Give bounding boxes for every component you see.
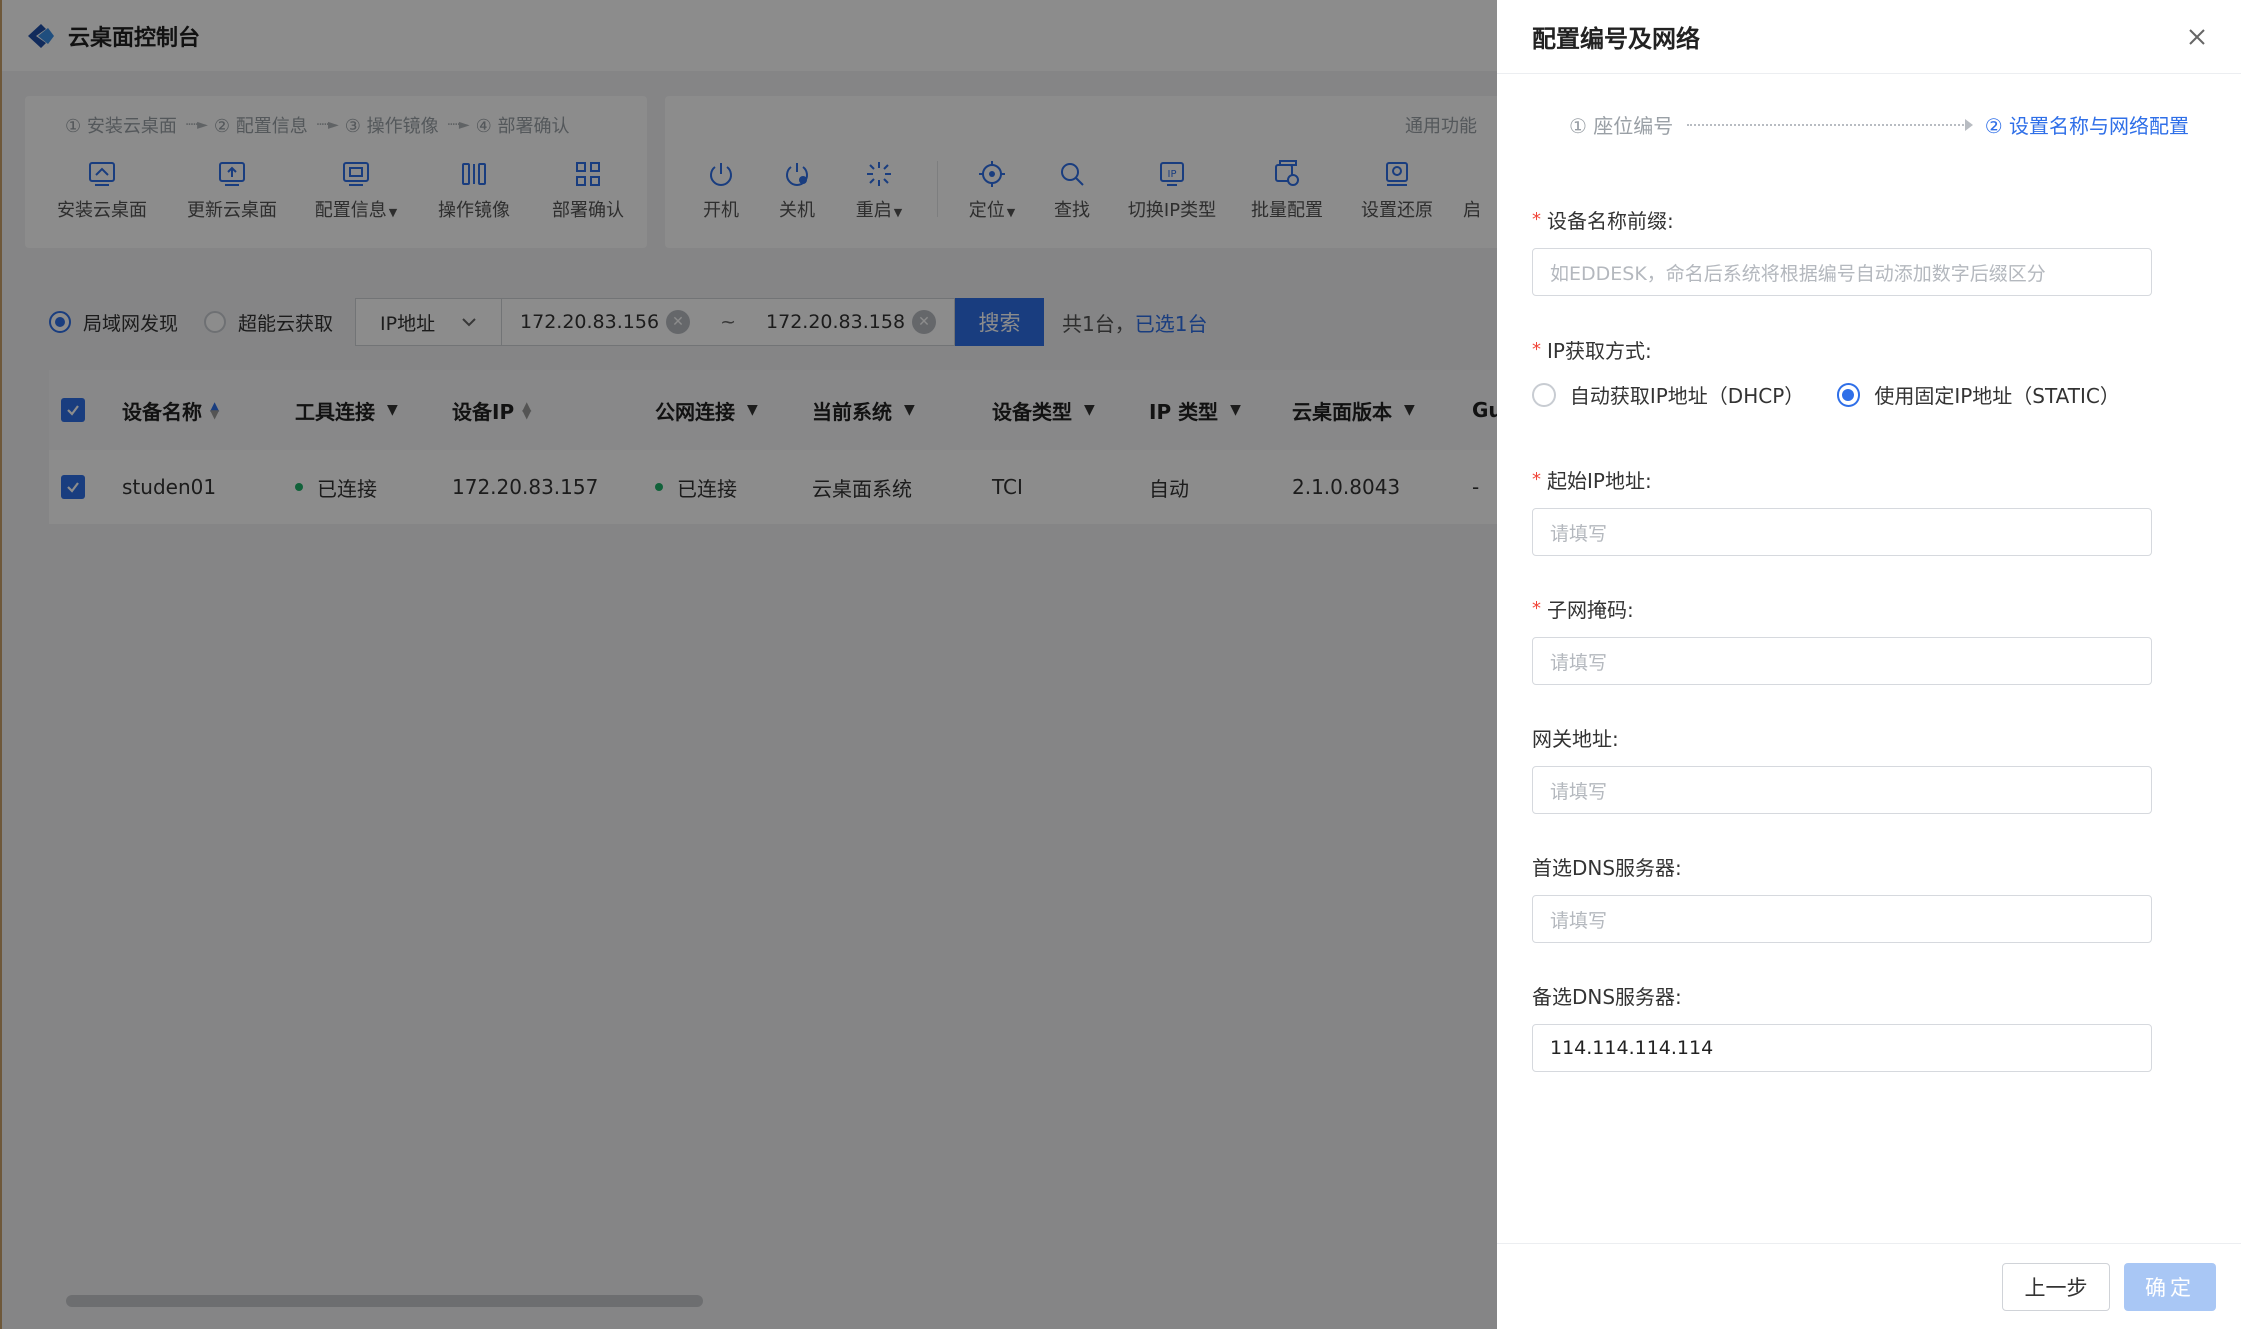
subnet-label: 子网掩码: <box>1547 597 1634 622</box>
required-mark: * <box>1532 468 1541 490</box>
gateway-label-row: 网关地址: <box>1532 722 2152 752</box>
dns2-label-row: 备选DNS服务器: <box>1532 980 2152 1010</box>
gateway-field: 网关地址: 请填写 <box>1532 722 2152 814</box>
prefix-input[interactable]: 如EDDESK，命名后系统将根据编号自动添加数字后缀区分 <box>1532 248 2152 296</box>
prefix-field: * 设备名称前缀: 如EDDESK，命名后系统将根据编号自动添加数字后缀区分 <box>1532 204 2152 296</box>
ip-mode-field: * IP获取方式: 自动获取IP地址（DHCP） 使用固定IP地址（STATIC） <box>1532 334 2152 409</box>
subnet-label-row: * 子网掩码: <box>1532 593 2152 623</box>
ip-mode-radio-group: 自动获取IP地址（DHCP） 使用固定IP地址（STATIC） <box>1532 380 2152 409</box>
dns2-input[interactable]: 114.114.114.114 <box>1532 1024 2152 1072</box>
dhcp-label: 自动获取IP地址（DHCP） <box>1569 384 1805 408</box>
dns2-field: 备选DNS服务器: 114.114.114.114 <box>1532 980 2152 1072</box>
dns1-field: 首选DNS服务器: 请填写 <box>1532 851 2152 943</box>
drawer-header: 配置编号及网络 <box>1497 0 2241 74</box>
prev-step-button[interactable]: 上一步 <box>2002 1263 2110 1311</box>
dns1-label: 首选DNS服务器: <box>1532 855 1682 880</box>
confirm-button[interactable]: 确定 <box>2124 1263 2216 1311</box>
close-icon[interactable] <box>2185 25 2209 49</box>
wizard-step-network[interactable]: ② 设置名称与网络配置 <box>1985 110 2189 139</box>
static-radio[interactable] <box>1836 382 1861 407</box>
start-ip-label-row: * 起始IP地址: <box>1532 464 2152 494</box>
static-label: 使用固定IP地址（STATIC） <box>1874 384 2120 408</box>
wizard-connector <box>1687 118 1974 131</box>
required-mark: * <box>1532 208 1541 230</box>
subnet-input[interactable]: 请填写 <box>1532 637 2152 685</box>
static-option[interactable]: 使用固定IP地址（STATIC） <box>1836 380 2120 409</box>
dns1-input[interactable]: 请填写 <box>1532 895 2152 943</box>
gateway-input[interactable]: 请填写 <box>1532 766 2152 814</box>
dns2-label: 备选DNS服务器: <box>1532 984 1682 1009</box>
config-drawer: 配置编号及网络 ① 座位编号 ② 设置名称与网络配置 * 设备名称前缀: 如EDD… <box>1497 0 2241 1329</box>
ip-mode-label-row: * IP获取方式: <box>1532 334 2152 364</box>
prefix-label-row: * 设备名称前缀: <box>1532 204 2152 234</box>
dns1-label-row: 首选DNS服务器: <box>1532 851 2152 881</box>
prefix-label: 设备名称前缀: <box>1547 208 1674 233</box>
start-ip-field: * 起始IP地址: 请填写 <box>1532 464 2152 556</box>
required-mark: * <box>1532 597 1541 619</box>
gateway-label: 网关地址: <box>1532 726 1619 751</box>
start-ip-input[interactable]: 请填写 <box>1532 508 2152 556</box>
required-mark: * <box>1532 338 1541 360</box>
start-ip-label: 起始IP地址: <box>1547 468 1652 493</box>
drawer-footer: 上一步 确定 <box>1497 1243 2241 1329</box>
ip-mode-label: IP获取方式: <box>1547 338 1652 363</box>
subnet-field: * 子网掩码: 请填写 <box>1532 593 2152 685</box>
wizard-step-seat[interactable]: ① 座位编号 <box>1569 110 1673 139</box>
dhcp-radio[interactable] <box>1532 382 1556 407</box>
dhcp-option[interactable]: 自动获取IP地址（DHCP） <box>1532 380 1805 409</box>
drawer-title: 配置编号及网络 <box>1532 25 1700 53</box>
wizard-steps: ① 座位编号 ② 设置名称与网络配置 <box>1569 110 2189 139</box>
